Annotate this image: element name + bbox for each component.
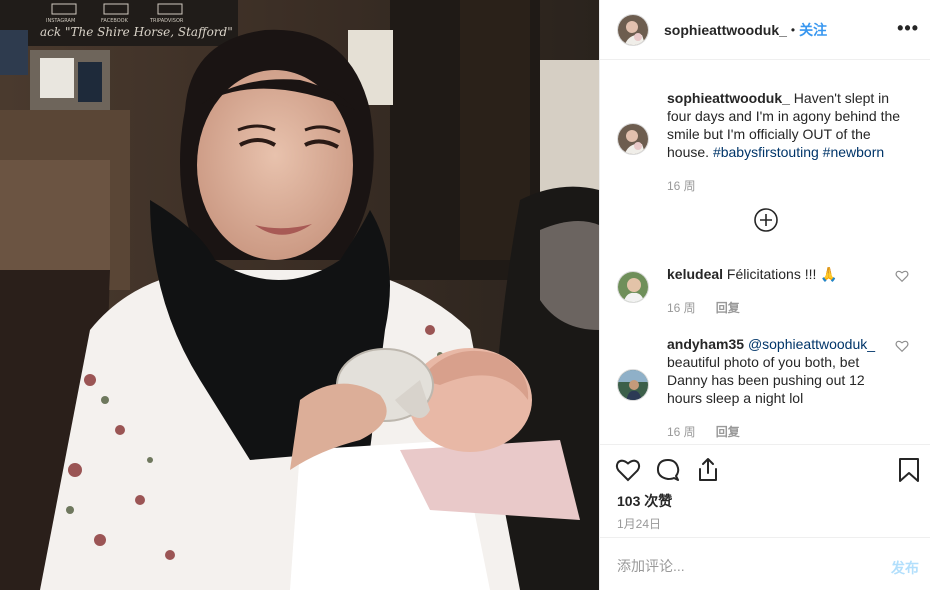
photo-logo-facebook: FACEBOOK — [101, 18, 129, 24]
comment-meta: 16 周 回复 — [667, 423, 877, 440]
comment-body: beautiful photo of you both, bet Danny h… — [667, 354, 865, 406]
mention-link[interactable]: @sophieattwooduk_ — [748, 336, 875, 352]
comment-input[interactable] — [617, 556, 857, 576]
heart-icon[interactable] — [615, 457, 641, 483]
comment-icon[interactable] — [655, 457, 681, 483]
hashtag-link[interactable]: #babysfirstouting — [713, 144, 819, 160]
comment-like-icon[interactable] — [895, 339, 909, 353]
comment-like-icon[interactable] — [895, 269, 909, 283]
post-actions: 103 次赞 1月24日 — [600, 444, 930, 536]
post-header: sophieattwooduk_ • 关注 ••• — [600, 0, 930, 60]
hashtag-link[interactable]: #newborn — [823, 144, 885, 160]
comment-text: keludeal Félicitations !!! 🙏 — [667, 265, 877, 283]
comment-time[interactable]: 16 周 — [667, 299, 696, 316]
comment-body: Félicitations !!! 🙏 — [723, 266, 838, 282]
more-options-icon[interactable]: ••• — [897, 18, 919, 39]
photo-sign-text: ack "The Shire Horse, Stafford" — [40, 25, 233, 39]
likes-count[interactable]: 103 次赞 — [617, 491, 672, 511]
commenter-avatar[interactable] — [617, 369, 649, 401]
bookmark-icon[interactable] — [896, 457, 922, 483]
caption-time[interactable]: 16 周 — [667, 177, 696, 194]
comment-username[interactable]: andyham35 — [667, 336, 744, 352]
caption-avatar[interactable] — [617, 123, 649, 155]
header-separator: • — [790, 22, 796, 37]
comment-composer: 发布 — [600, 537, 930, 590]
photo-logo-tripadvisor: TRIPADVISOR — [149, 18, 184, 24]
post-caption: sophieattwooduk_ Haven't slept in four d… — [617, 89, 917, 194]
follow-button[interactable]: 关注 — [799, 20, 827, 40]
post-photo[interactable]: ack "The Shire Horse, Stafford" INSTAGRA… — [0, 0, 599, 590]
post-date[interactable]: 1月24日 — [617, 515, 661, 532]
comment-item: andyham35 @sophieattwooduk_ beautiful ph… — [617, 335, 917, 440]
plus-circle-icon[interactable] — [754, 208, 778, 232]
post-comment-button[interactable]: 发布 — [891, 558, 919, 578]
caption-username[interactable]: sophieattwooduk_ — [667, 90, 790, 106]
caption-text: sophieattwooduk_ Haven't slept in four d… — [667, 89, 907, 161]
comment-meta: 16 周 回复 — [667, 299, 877, 316]
photo-logo-instagram: INSTAGRAM — [46, 18, 75, 24]
comments-list[interactable]: sophieattwooduk_ Haven't slept in four d… — [600, 61, 930, 444]
comment-time[interactable]: 16 周 — [667, 423, 696, 440]
reply-button[interactable]: 回复 — [716, 423, 740, 440]
caption-meta: 16 周 — [667, 177, 907, 194]
reply-button[interactable]: 回复 — [716, 299, 740, 316]
author-username[interactable]: sophieattwooduk_ — [664, 22, 787, 38]
author-avatar[interactable] — [617, 13, 649, 46]
comment-username[interactable]: keludeal — [667, 266, 723, 282]
commenter-avatar[interactable] — [617, 271, 649, 303]
share-icon[interactable] — [695, 457, 721, 483]
post-details-panel: sophieattwooduk_ • 关注 ••• sophieattwoodu… — [599, 0, 930, 590]
comment-item: keludeal Félicitations !!! 🙏 16 周 回复 — [617, 265, 917, 316]
comment-text: andyham35 @sophieattwooduk_ beautiful ph… — [667, 335, 877, 407]
